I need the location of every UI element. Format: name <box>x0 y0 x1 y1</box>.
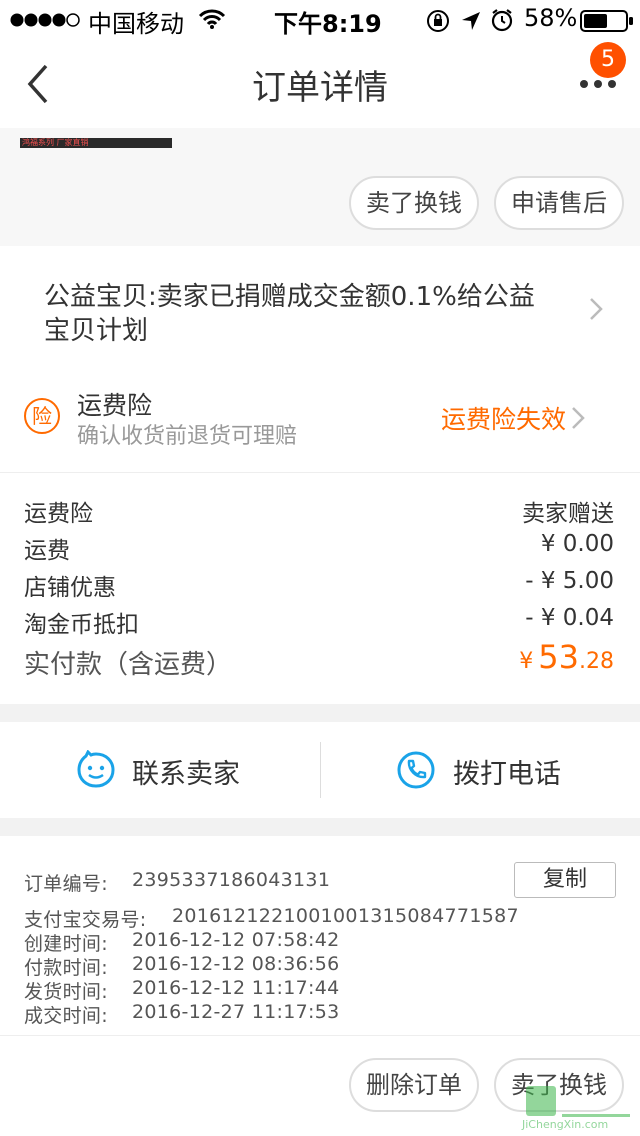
product-banner-text: 鸿福系列 厂家直销 <box>22 138 89 147</box>
fee-value: - ¥ 0.04 <box>525 605 614 631</box>
phone-icon <box>397 751 435 789</box>
total-currency: ¥ <box>519 649 534 674</box>
total-integer: 53 <box>538 638 579 676</box>
paid-time-label: 付款时间: <box>24 957 108 979</box>
contact-seller-label: 联系卖家 <box>132 759 240 790</box>
charity-text-line2: 宝贝计划 <box>44 316 149 346</box>
carrier-name: 中国移动 <box>88 10 184 38</box>
fee-label: 运费 <box>24 538 70 564</box>
divider <box>0 472 640 473</box>
fee-value: - ¥ 5.00 <box>525 568 614 594</box>
order-info-card: 订单编号: 2395337186043131 复制 支付宝交易号: 201612… <box>0 836 640 1136</box>
total-decimal: .28 <box>579 649 614 674</box>
contact-seller-button[interactable]: 联系卖家 <box>0 722 320 818</box>
location-arrow-icon <box>460 10 482 36</box>
fee-value: 卖家赠送 <box>522 501 614 527</box>
status-bar: 中国移动 下午8:19 58% <box>0 0 640 40</box>
fee-label: 淘金币抵扣 <box>24 612 139 638</box>
watermark-mark <box>562 1088 630 1117</box>
chevron-right-icon <box>590 298 603 320</box>
freight-insurance-row[interactable]: 险 运费险 确认收货前退货可理赔 运费险失效 <box>0 380 640 460</box>
battery-icon <box>580 10 634 36</box>
watermark-logo <box>526 1086 556 1116</box>
insurance-title: 运费险 <box>77 391 153 420</box>
delete-order-button[interactable]: 删除订单 <box>349 1058 479 1112</box>
divider <box>0 1035 640 1036</box>
battery-percent: 58% <box>524 4 578 32</box>
insurance-icon: 险 <box>24 398 60 434</box>
paid-time: 2016-12-12 08:36:56 <box>132 953 340 975</box>
shipped-time-label: 发货时间: <box>24 981 108 1003</box>
fee-label: 店铺优惠 <box>24 575 116 601</box>
insurance-icon-char: 险 <box>32 404 52 428</box>
navigation-bar: 订单详情 5 <box>0 40 640 128</box>
charity-row[interactable]: 公益宝贝:卖家已捐赠成交金额0.1%给公益 宝贝计划 <box>0 246 640 366</box>
alipay-trade-number: 2016121221001001315084771587 <box>172 905 519 927</box>
alipay-trade-label: 支付宝交易号: <box>24 909 147 931</box>
order-number-label: 订单编号: <box>24 873 108 895</box>
created-time: 2016-12-12 07:58:42 <box>132 929 340 951</box>
shipped-time: 2016-12-12 11:17:44 <box>132 977 340 999</box>
signal-icon <box>10 12 82 32</box>
closed-time: 2016-12-27 11:17:53 <box>132 1001 340 1023</box>
clock: 下午8:19 <box>274 10 382 38</box>
chat-bubble-icon <box>77 750 115 788</box>
closed-time-label: 成交时间: <box>24 1005 108 1027</box>
fee-value: ¥ 0.00 <box>540 531 614 557</box>
created-time-label: 创建时间: <box>24 933 108 955</box>
copy-button[interactable]: 复制 <box>514 862 616 898</box>
page-title: 订单详情 <box>252 68 388 108</box>
call-phone-label: 拨打电话 <box>453 759 561 790</box>
more-button[interactable]: 5 <box>570 42 630 108</box>
alarm-icon <box>490 8 514 36</box>
sell-for-cash-button[interactable]: 卖了换钱 <box>349 176 479 230</box>
contact-bar: 联系卖家 拨打电话 <box>0 722 640 818</box>
call-phone-button[interactable]: 拨打电话 <box>321 722 640 818</box>
charity-text-line1: 公益宝贝:卖家已捐赠成交金额0.1%给公益 <box>44 282 535 312</box>
insurance-subtitle: 确认收货前退货可理赔 <box>77 424 298 449</box>
product-banner: 鸿福系列 厂家直销 <box>20 138 172 148</box>
apply-after-sale-button[interactable]: 申请售后 <box>494 176 624 230</box>
total-amount: ¥ 53.28 <box>519 638 614 676</box>
watermark-text: JiChengXin.com <box>522 1118 609 1131</box>
order-number: 2395337186043131 <box>132 869 331 891</box>
fee-label: 运费险 <box>24 501 93 527</box>
order-details-card: 公益宝贝:卖家已捐赠成交金额0.1%给公益 宝贝计划 险 运费险 确认收货前退货… <box>0 246 640 704</box>
product-strip: 鸿福系列 厂家直销 卖了换钱 申请售后 <box>0 128 640 246</box>
wifi-icon <box>198 8 226 34</box>
notification-badge: 5 <box>590 42 626 78</box>
rotation-lock-icon <box>426 9 450 37</box>
insurance-status: 运费险失效 <box>440 405 566 434</box>
chevron-right-icon <box>572 407 585 429</box>
total-label: 实付款（含运费） <box>24 650 233 680</box>
watermark: JiChengXin.com <box>520 1082 636 1134</box>
